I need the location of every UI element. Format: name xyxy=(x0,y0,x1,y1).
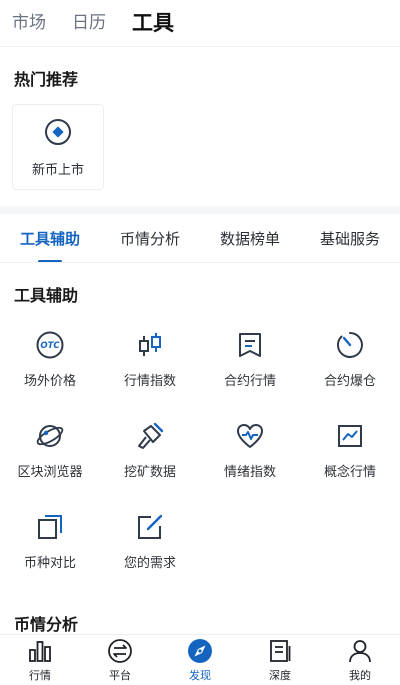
pickaxe-icon xyxy=(138,422,164,449)
tool-otc-price[interactable]: OTC 场外价格 xyxy=(0,330,100,421)
heartbeat-icon xyxy=(237,424,263,448)
tool-your-request[interactable]: 您的需求 xyxy=(100,512,200,603)
tool-coin-compare[interactable]: 币种对比 xyxy=(0,512,100,603)
analysis-section-title: 币情分析 xyxy=(14,615,79,634)
tab-tools[interactable]: 工具 xyxy=(132,12,174,34)
tool-market-index[interactable]: 行情指数 xyxy=(100,330,200,421)
tool-sentiment-index[interactable]: 情绪指数 xyxy=(200,421,300,512)
nav-market[interactable]: 行情 xyxy=(0,635,80,685)
category-tab-bar: 工具辅助 币情分析 数据榜单 基础服务 xyxy=(0,214,400,262)
tool-liquidation[interactable]: 合约爆仓 xyxy=(300,330,400,421)
tool-label: 场外价格 xyxy=(23,374,76,389)
tab-calendar[interactable]: 日历 xyxy=(72,14,106,32)
tool-concept-market[interactable]: 概念行情 xyxy=(300,421,400,512)
compare-icon xyxy=(38,515,62,539)
tool-label: 合约爆仓 xyxy=(323,374,376,389)
bar-chart-icon xyxy=(29,640,51,662)
nav-label: 我的 xyxy=(349,668,371,682)
tab-tool-assist[interactable]: 工具辅助 xyxy=(16,228,84,249)
bookmark-icon xyxy=(239,333,261,357)
tab-coin-analysis[interactable]: 币情分析 xyxy=(116,228,184,249)
nav-label: 发现 xyxy=(189,668,211,682)
category-divider xyxy=(0,262,400,263)
tools-section-title: 工具辅助 xyxy=(14,286,79,305)
tools-grid: OTC 场外价格 行情指数 合约行情 合约爆仓 区块浏览器 挖矿数据 情绪指数 … xyxy=(0,330,400,603)
tool-block-explorer[interactable]: 区块浏览器 xyxy=(0,421,100,512)
hot-section-title: 热门推荐 xyxy=(14,70,79,89)
target-icon xyxy=(45,119,71,145)
tool-label: 行情指数 xyxy=(123,374,176,389)
tool-label: 您的需求 xyxy=(123,556,176,571)
tool-contract-market[interactable]: 合约行情 xyxy=(200,330,300,421)
nav-profile[interactable]: 我的 xyxy=(320,635,400,685)
tab-data-rankings[interactable]: 数据榜单 xyxy=(216,228,284,249)
nav-label: 行情 xyxy=(29,668,51,682)
tool-label: 概念行情 xyxy=(323,465,376,480)
exchange-icon xyxy=(108,638,132,663)
planet-icon xyxy=(36,425,64,447)
nav-label: 深度 xyxy=(269,668,291,682)
document-icon xyxy=(270,639,291,662)
candlestick-icon xyxy=(139,333,161,356)
nav-label: 平台 xyxy=(109,668,131,682)
nav-platform[interactable]: 平台 xyxy=(80,635,160,685)
hot-item-new-listing[interactable]: 新币上市 xyxy=(12,104,104,190)
compass-icon xyxy=(188,638,212,663)
tool-label: 挖矿数据 xyxy=(123,465,176,480)
tool-label: 合约行情 xyxy=(223,374,276,389)
nav-depth[interactable]: 深度 xyxy=(240,635,320,685)
trend-chart-icon xyxy=(338,425,362,447)
top-divider xyxy=(0,46,400,47)
hot-item-label: 新币上市 xyxy=(31,163,84,178)
edit-icon xyxy=(138,514,163,539)
bottom-nav: 行情 平台 发现 深度 我的 xyxy=(0,634,400,685)
tool-mining-data[interactable]: 挖矿数据 xyxy=(100,421,200,512)
section-separator xyxy=(0,206,400,214)
tool-label: 区块浏览器 xyxy=(17,465,83,480)
tool-label: 币种对比 xyxy=(23,556,76,571)
tab-basic-services[interactable]: 基础服务 xyxy=(316,228,384,249)
timer-icon xyxy=(337,332,363,358)
nav-discover[interactable]: 发现 xyxy=(160,635,240,685)
user-icon xyxy=(349,639,371,662)
otc-icon-text: OTC xyxy=(40,341,60,351)
top-tab-bar: 市场 日历 工具 xyxy=(0,0,400,46)
otc-icon: OTC xyxy=(36,331,64,359)
tab-market[interactable]: 市场 xyxy=(12,14,46,32)
tool-label: 情绪指数 xyxy=(223,465,276,480)
